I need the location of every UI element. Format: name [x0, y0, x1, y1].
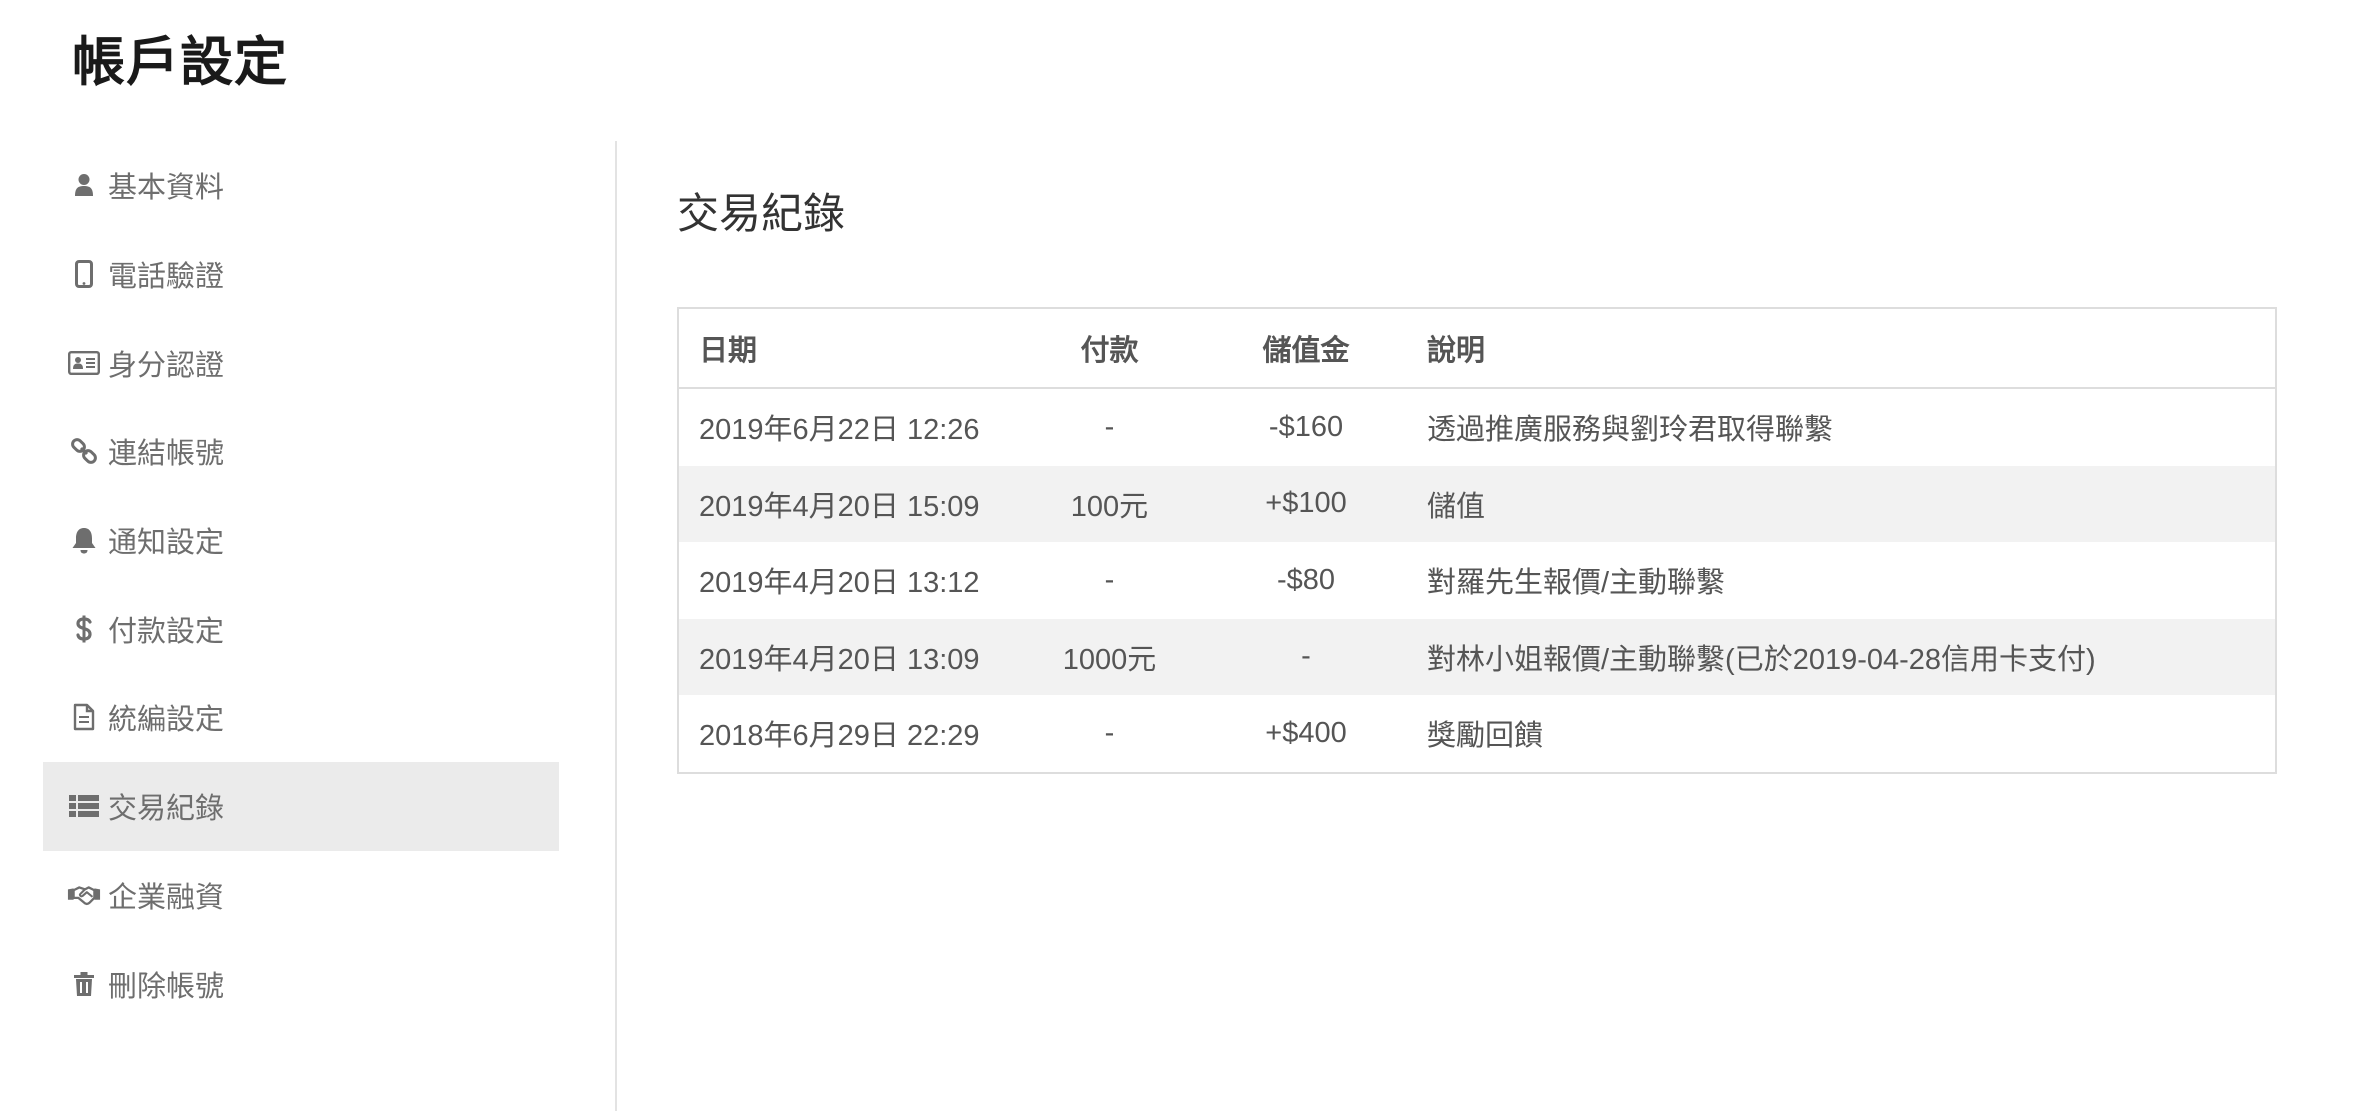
sidebar-item-label: 付款設定: [108, 615, 225, 648]
vertical-divider: [615, 141, 617, 1111]
handshake-icon: [67, 878, 101, 912]
link-icon: [67, 434, 101, 468]
cell-stored-value: -: [1205, 618, 1407, 695]
sidebar-item-basic-info[interactable]: 基本資料: [43, 141, 559, 230]
cell-description: 對林小姐報價/主動聯繫(已於2019-04-28信用卡支付): [1407, 618, 2276, 695]
sidebar: 基本資料 電話驗證 身分認證 連結帳號 通知設定 付款設定 統編設定 交易紀錄 …: [43, 141, 559, 1028]
cell-description: 對羅先生報價/主動聯繫: [1427, 567, 1726, 600]
table-row: 2019年4月20日 15:09 100元 +$100 儲值: [678, 465, 2276, 542]
document-icon: [67, 700, 101, 734]
cell-description: 獎勵回饋: [1427, 720, 1544, 753]
sidebar-item-label: 企業融資: [108, 881, 225, 914]
page-title: 帳戶設定: [72, 33, 288, 92]
sidebar-item-phone-verify[interactable]: 電話驗證: [43, 230, 559, 319]
sidebar-item-transaction-records[interactable]: 交易紀錄: [43, 761, 559, 851]
table-row: 2018年6月29日 22:29 - +$400 獎勵回饋: [678, 695, 2276, 773]
sidebar-item-tax-id-settings[interactable]: 統編設定: [43, 673, 559, 762]
cell-date: 2019年4月20日 13:12: [699, 567, 980, 600]
cell-payment: -: [1104, 563, 1115, 596]
id-card-icon: [67, 346, 101, 380]
table-row: 2019年4月20日 13:09 1000元 - 對林小姐報價/主動聯繫(已於2…: [678, 618, 2276, 695]
bell-icon: [67, 523, 101, 557]
sidebar-item-id-verify[interactable]: 身分認證: [43, 318, 559, 407]
cell-payment: -: [1104, 410, 1115, 443]
cell-payment: -: [1104, 716, 1115, 749]
mobile-phone-icon: [67, 257, 101, 291]
sidebar-item-label: 通知設定: [108, 527, 225, 560]
sidebar-item-link-accounts[interactable]: 連結帳號: [43, 407, 559, 496]
cell-date: 2018年6月29日 22:29: [699, 720, 980, 753]
section-title: 交易紀錄: [677, 190, 846, 237]
sidebar-item-notifications[interactable]: 通知設定: [43, 496, 559, 585]
cell-stored-value: +$400: [1265, 716, 1347, 749]
table-row: 2019年6月22日 12:26 - -$160 透過推廣服務與劉玲君取得聯繫: [678, 388, 2276, 466]
sidebar-item-payment-settings[interactable]: 付款設定: [43, 584, 559, 673]
list-icon: [67, 789, 101, 823]
cell-description: 儲值: [1407, 465, 2276, 542]
trash-icon: [67, 967, 101, 1001]
column-header-payment: 付款: [1014, 308, 1205, 389]
cell-date: 2019年4月20日 13:09: [678, 618, 1014, 695]
column-header-description: 說明: [1407, 308, 2276, 389]
sidebar-item-label: 連結帳號: [108, 438, 225, 471]
sidebar-item-label: 電話驗證: [108, 261, 225, 294]
column-header-date: 日期: [678, 308, 1014, 389]
cell-date: 2019年6月22日 12:26: [699, 414, 980, 447]
cell-payment: 1000元: [1014, 618, 1205, 695]
sidebar-item-label: 身分認證: [108, 349, 225, 382]
column-header-stored-value: 儲值金: [1205, 308, 1407, 389]
sidebar-item-label: 統編設定: [108, 704, 225, 737]
cell-date: 2019年4月20日 15:09: [678, 465, 1014, 542]
cell-stored-value: -$160: [1268, 410, 1344, 443]
cell-description: 透過推廣服務與劉玲君取得聯繫: [1427, 414, 1834, 447]
sidebar-item-label: 基本資料: [108, 172, 225, 205]
sidebar-item-label: 刪除帳號: [108, 970, 225, 1003]
cell-stored-value: -$80: [1276, 563, 1336, 596]
sidebar-item-business-financing[interactable]: 企業融資: [43, 851, 559, 940]
table-row: 2019年4月20日 13:12 - -$80 對羅先生報價/主動聯繫: [678, 542, 2276, 619]
cell-stored-value: +$100: [1205, 465, 1407, 542]
table-header-row: 日期 付款 儲值金 說明: [678, 308, 2276, 389]
transaction-table: 日期 付款 儲值金 說明 2019年6月22日 12:26 - -$160 透過…: [677, 307, 2277, 774]
user-icon: [67, 168, 101, 202]
sidebar-item-delete-account[interactable]: 刪除帳號: [43, 939, 559, 1028]
cell-payment: 100元: [1014, 465, 1205, 542]
sidebar-item-label: 交易紀錄: [108, 793, 225, 826]
dollar-icon: [67, 612, 101, 646]
